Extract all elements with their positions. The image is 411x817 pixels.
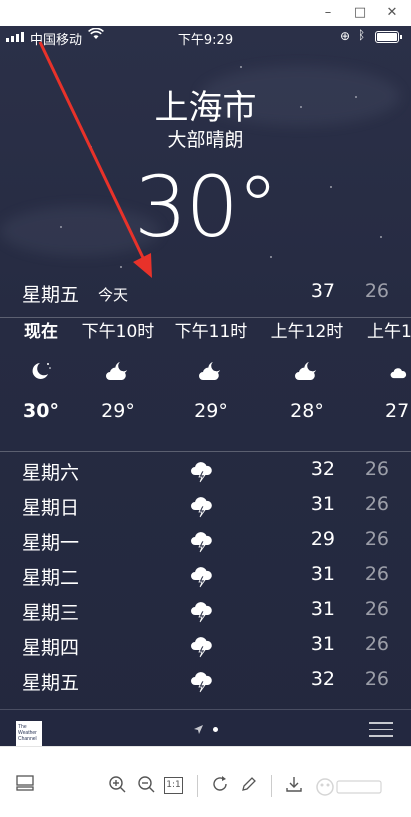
actual-size-button[interactable]: 1:1	[164, 777, 183, 794]
hour-label: 上午1	[367, 322, 411, 342]
hourly-item: 下午10时 29°	[70, 319, 166, 425]
thunderstorm-icon	[190, 600, 214, 629]
bluetooth-icon: ᛒ	[358, 28, 366, 42]
day-name: 星期日	[22, 497, 80, 519]
day-high: 31	[310, 563, 335, 585]
minimize-button[interactable]: –	[319, 4, 337, 22]
today-low: 26	[364, 280, 389, 302]
day-low: 26	[364, 563, 389, 585]
day-name: 星期五	[22, 672, 80, 694]
day-high: 31	[310, 493, 335, 515]
hour-temp: 28°	[290, 400, 324, 422]
day-name: 星期二	[22, 567, 80, 589]
logo-text: Channel	[18, 736, 37, 742]
hourly-item: 上午12时 28°	[259, 319, 355, 425]
thunderstorm-icon	[190, 460, 214, 489]
today-summary: 星期五 今天 37 26	[22, 280, 389, 306]
today-tag: 今天	[98, 286, 129, 304]
hour-temp: 29°	[101, 400, 135, 422]
current-temperature: 30°	[134, 158, 279, 256]
hourly-item: 下午11时 29°	[163, 319, 259, 425]
thunderstorm-icon	[190, 635, 214, 664]
day-high: 32	[310, 458, 335, 480]
status-bar: 中国移动 下午9:29 ⊕ ᛒ	[0, 26, 411, 50]
thumbnail-toggle-icon[interactable]	[14, 775, 36, 797]
close-button[interactable]: ✕	[383, 4, 401, 22]
weather-condition: 大部晴朗	[167, 129, 244, 151]
weather-channel-logo[interactable]: The Weather Channel	[16, 721, 42, 746]
day-low: 26	[364, 668, 389, 690]
toolbar-divider	[271, 775, 272, 797]
divider	[0, 317, 411, 318]
star	[270, 256, 272, 258]
daily-row: 星期日 31 26	[22, 493, 389, 523]
viewer-toolbar: 1:1	[0, 746, 411, 817]
day-high: 31	[310, 598, 335, 620]
hour-temp: 27	[385, 400, 410, 422]
day-low: 26	[364, 493, 389, 515]
star	[240, 66, 242, 68]
today-high: 37	[310, 280, 335, 302]
day-name: 星期六	[22, 462, 80, 484]
maximize-button[interactable]: □	[351, 4, 369, 22]
day-low: 26	[364, 633, 389, 655]
download-icon[interactable]	[283, 775, 305, 797]
hour-label: 下午10时	[81, 322, 155, 342]
partly-cloudy-night-icon	[363, 345, 411, 397]
app-bottom-bar: The Weather Channel	[0, 709, 411, 746]
watermark-logo	[314, 775, 386, 797]
location-arrow-icon[interactable]	[193, 724, 204, 738]
zoom-out-icon[interactable]	[135, 775, 157, 797]
divider	[0, 451, 411, 452]
day-high: 31	[310, 633, 335, 655]
day-name: 星期三	[22, 602, 80, 624]
hourly-forecast[interactable]: 现在 30° 下午10时 29° 下午11时 29° 上午12时 28° 上午1…	[0, 319, 411, 449]
page-indicator-dot[interactable]	[213, 727, 218, 732]
daily-row: 星期三 31 26	[22, 598, 389, 628]
daily-row: 星期四 31 26	[22, 633, 389, 663]
day-name: 星期一	[22, 532, 80, 554]
daily-row: 星期二 31 26	[22, 563, 389, 593]
thunderstorm-icon	[190, 530, 214, 559]
thunderstorm-icon	[190, 670, 214, 699]
rotation-lock-icon: ⊕	[340, 29, 351, 43]
day-high: 29	[310, 528, 335, 550]
daily-row: 星期五 32 26	[22, 668, 389, 698]
day-low: 26	[364, 528, 389, 550]
edit-pencil-icon[interactable]	[238, 775, 260, 797]
hour-temp: 29°	[194, 400, 228, 422]
city-name: 上海市	[154, 88, 257, 128]
day-low: 26	[364, 458, 389, 480]
city-list-icon[interactable]	[369, 722, 393, 742]
daily-row: 星期一 29 26	[22, 528, 389, 558]
zoom-in-icon[interactable]	[106, 775, 128, 797]
day-low: 26	[364, 598, 389, 620]
hourly-item: 上午1 27	[363, 319, 411, 425]
toolbar-divider	[197, 775, 198, 797]
hour-label: 上午12时	[270, 322, 344, 342]
daily-row: 星期六 32 26	[22, 458, 389, 488]
weather-app-screen: 中国移动 下午9:29 ⊕ ᛒ 上海市 大部晴朗 30° 星期五 今天 37 2…	[0, 26, 411, 746]
thunderstorm-icon	[190, 495, 214, 524]
partly-cloudy-night-icon	[259, 345, 355, 397]
today-day: 星期五	[22, 284, 80, 306]
battery-icon	[375, 31, 402, 43]
rotate-icon[interactable]	[209, 775, 231, 797]
thunderstorm-icon	[190, 565, 214, 594]
star	[120, 266, 122, 268]
partly-cloudy-night-icon	[70, 345, 166, 397]
window-title-bar: – □ ✕	[0, 0, 411, 26]
partly-cloudy-night-icon	[163, 345, 259, 397]
day-name: 星期四	[22, 637, 80, 659]
day-high: 32	[310, 668, 335, 690]
hour-label: 下午11时	[174, 322, 248, 342]
